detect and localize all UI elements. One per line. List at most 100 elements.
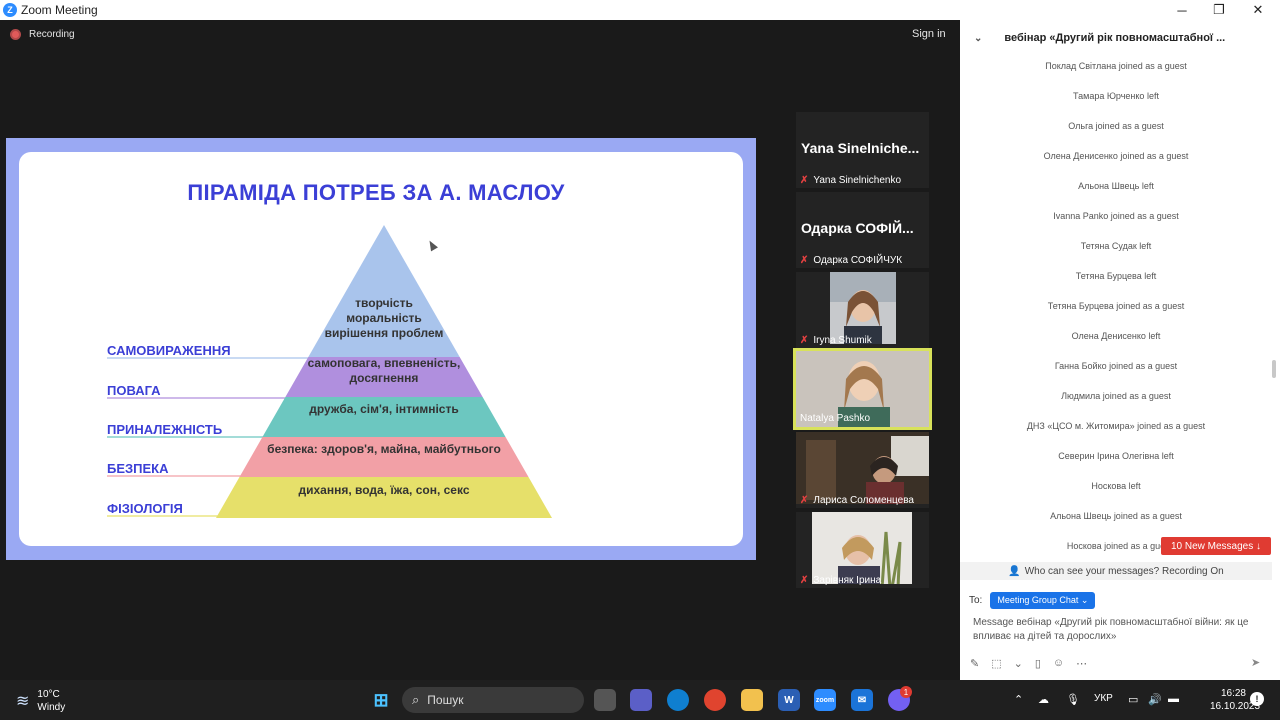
chat-system-message: Альона Швець left	[1078, 181, 1154, 191]
battery-icon[interactable]: ▬	[1168, 693, 1179, 705]
chat-system-message: Олена Денисенко joined as a guest	[1043, 151, 1189, 161]
participant-video	[812, 512, 912, 584]
network-icon[interactable]: ▭	[1128, 693, 1138, 706]
chevron-down-icon[interactable]: ⌄	[974, 33, 982, 44]
mic-muted-icon: ✗	[800, 575, 809, 586]
file-explorer-icon[interactable]	[741, 689, 763, 711]
chat-system-message: ДНЗ «ЦСО м. Житомира» joined as a guest	[1026, 421, 1206, 431]
notification-icon[interactable]: !	[1250, 692, 1264, 706]
maximize-button[interactable]: ❐	[1199, 0, 1239, 20]
minimize-button[interactable]: ─	[1162, 0, 1202, 20]
search-placeholder: Пошук	[427, 693, 464, 707]
pyramid-level-label: ПРИНАЛЕЖНІСТЬ	[107, 422, 223, 437]
pyramid-level-text: творчість	[355, 296, 413, 310]
teams-icon[interactable]	[630, 689, 652, 711]
chat-system-message: Альона Швець joined as a guest	[1050, 511, 1182, 521]
recording-label: Recording	[29, 29, 75, 40]
pyramid-level-text: дихання, вода, їжа, сон, секс	[298, 483, 470, 497]
chat-scrollbar[interactable]	[1272, 360, 1276, 378]
pyramid-level-label: САМОВИРАЖЕННЯ	[107, 343, 231, 358]
clock[interactable]: 16:28 16.10.2023	[1210, 687, 1261, 713]
chat-system-message: Людмила joined as a guest	[1061, 391, 1171, 401]
clock-date: 16.10.2023	[1210, 701, 1261, 712]
participant-tile[interactable]: Одарка СОФІЙ... ✗ Одарка СОФІЙЧУК	[796, 192, 929, 268]
mic-muted-icon: ✗	[800, 335, 809, 346]
recording-indicator[interactable]: Recording	[10, 29, 75, 40]
file-icon[interactable]: ▯	[1035, 657, 1041, 670]
record-icon	[10, 29, 21, 40]
chat-recipient-row: To: Meeting Group Chat ⌄	[969, 592, 1096, 609]
language-indicator[interactable]: УКР	[1094, 693, 1113, 704]
wind-icon: ≋	[16, 693, 30, 710]
chat-system-message: Тетяна Бурцева left	[1075, 271, 1157, 281]
weather-widget[interactable]: ≋ 10°C Windy	[16, 688, 65, 714]
screenshot-icon[interactable]: ⬚	[991, 657, 1001, 670]
shared-screen: ПІРАМІДА ПОТРЕБ ЗА А. МАСЛОУ САМОВИРАЖЕН…	[6, 138, 756, 560]
mic-muted-icon: ✗	[800, 495, 809, 506]
participant-name: Одарка СОФІЙЧУК	[813, 255, 903, 266]
chat-panel: ⌄ вебінар «Другий рік повномасштабної ..…	[960, 20, 1280, 680]
zoom-logo-icon: Z	[3, 3, 17, 17]
chat-system-message: Ivanna Panko joined as a guest	[1053, 211, 1179, 221]
chat-system-message: Тамара Юрченко left	[1073, 91, 1159, 101]
chat-system-message: Тетяна Бурцева joined as a guest	[1047, 301, 1185, 311]
participant-tile[interactable]: ✗ Зарівняк Ірина	[796, 512, 929, 588]
participant-name: Natalya Pashko	[800, 413, 871, 424]
chat-privacy-note[interactable]: 👤 Who can see your messages? Recording O…	[960, 562, 1272, 580]
close-button[interactable]: ✕	[1238, 0, 1278, 20]
volume-icon[interactable]: 🔊	[1148, 693, 1162, 706]
chevron-down-icon[interactable]: ⌄	[1014, 657, 1023, 670]
mail-icon[interactable]: ✉	[851, 689, 873, 711]
participant-display-name: Yana Sinelniche...	[801, 140, 920, 156]
participant-name: Iryna Shumik	[813, 335, 872, 346]
participant-name: Лариса Соломенцева	[813, 495, 914, 506]
pyramid-level-text: досягнення	[349, 371, 419, 385]
recipient-dropdown[interactable]: Meeting Group Chat ⌄	[990, 592, 1096, 609]
edge-icon[interactable]	[667, 689, 689, 711]
weather-temp: 10°C	[37, 689, 60, 700]
participant-video	[830, 272, 896, 344]
participant-tile[interactable]: ✗ Iryna Shumik	[796, 272, 929, 348]
to-label: To:	[969, 595, 983, 606]
microphone-icon[interactable]: 🎙	[1066, 693, 1080, 706]
more-icon[interactable]: ⋯	[1076, 657, 1087, 670]
pyramid-level-label: ПОВАГА	[107, 383, 161, 398]
zoom-taskbar-icon[interactable]: zoom	[814, 689, 836, 711]
chevron-up-icon[interactable]: ⌃	[1014, 693, 1023, 706]
task-view-icon[interactable]	[594, 689, 616, 711]
send-icon[interactable]: ➤	[1251, 656, 1260, 669]
mic-muted-icon: ✗	[800, 255, 809, 266]
pyramid-level-text: моральність	[346, 311, 422, 325]
windows-start-icon[interactable]: ⊞	[370, 689, 392, 711]
title-bar: Z Zoom Meeting	[0, 0, 1280, 20]
participant-display-name: Одарка СОФІЙ...	[801, 220, 914, 236]
viber-badge: 1	[900, 686, 912, 698]
chat-message-input[interactable]: Message вебінар «Другий рік повномасштаб…	[973, 616, 1263, 644]
windows-taskbar: ≋ 10°C Windy ⊞ ⌕ Пошук W zoom ✉ 1 ⌃ ☁ 🎙 …	[0, 680, 1280, 720]
sign-in-button[interactable]: Sign in	[912, 28, 946, 40]
word-icon[interactable]: W	[778, 689, 800, 711]
meeting-area: Recording Sign in ПІРАМІДА ПОТРЕБ ЗА А. …	[0, 20, 960, 680]
format-icon[interactable]: ✎	[970, 657, 979, 670]
cloud-icon[interactable]: ☁	[1038, 693, 1049, 706]
pyramid-level-text: вирішення проблем	[324, 326, 444, 340]
participant-tile-active-speaker[interactable]: Natalya Pashko	[793, 348, 932, 430]
participant-name: Зарівняк Ірина	[813, 575, 882, 586]
chat-system-message: Носкова left	[1091, 481, 1141, 491]
participant-tile[interactable]: Yana Sinelniche... ✗ Yana Sinelnichenko	[796, 112, 929, 188]
search-icon: ⌕	[412, 692, 420, 707]
taskbar-search[interactable]: ⌕ Пошук	[402, 687, 584, 713]
pyramid-level-text: самоповага, впевненість,	[307, 356, 461, 370]
chat-title: вебінар «Другий рік повномасштабної ...	[1004, 32, 1226, 44]
participant-tile[interactable]: ✗ Лариса Соломенцева	[796, 432, 929, 508]
chat-system-message: Поклад Світлана joined as a guest	[1045, 61, 1187, 71]
weather-desc: Windy	[37, 702, 66, 713]
new-messages-button[interactable]: 10 New Messages ↓	[1161, 537, 1271, 555]
pyramid-level-label: ФІЗІОЛОГІЯ	[107, 501, 183, 516]
pyramid-level-text: дружба, сім'я, інтимність	[309, 402, 459, 416]
chat-system-message: Северин Ірина Олегівна left	[1058, 451, 1174, 461]
chrome-icon[interactable]	[704, 689, 726, 711]
participant-video	[796, 432, 929, 504]
chat-system-message: Ганна Бойко joined as a guest	[1054, 361, 1178, 371]
emoji-icon[interactable]: ☺	[1053, 657, 1064, 670]
